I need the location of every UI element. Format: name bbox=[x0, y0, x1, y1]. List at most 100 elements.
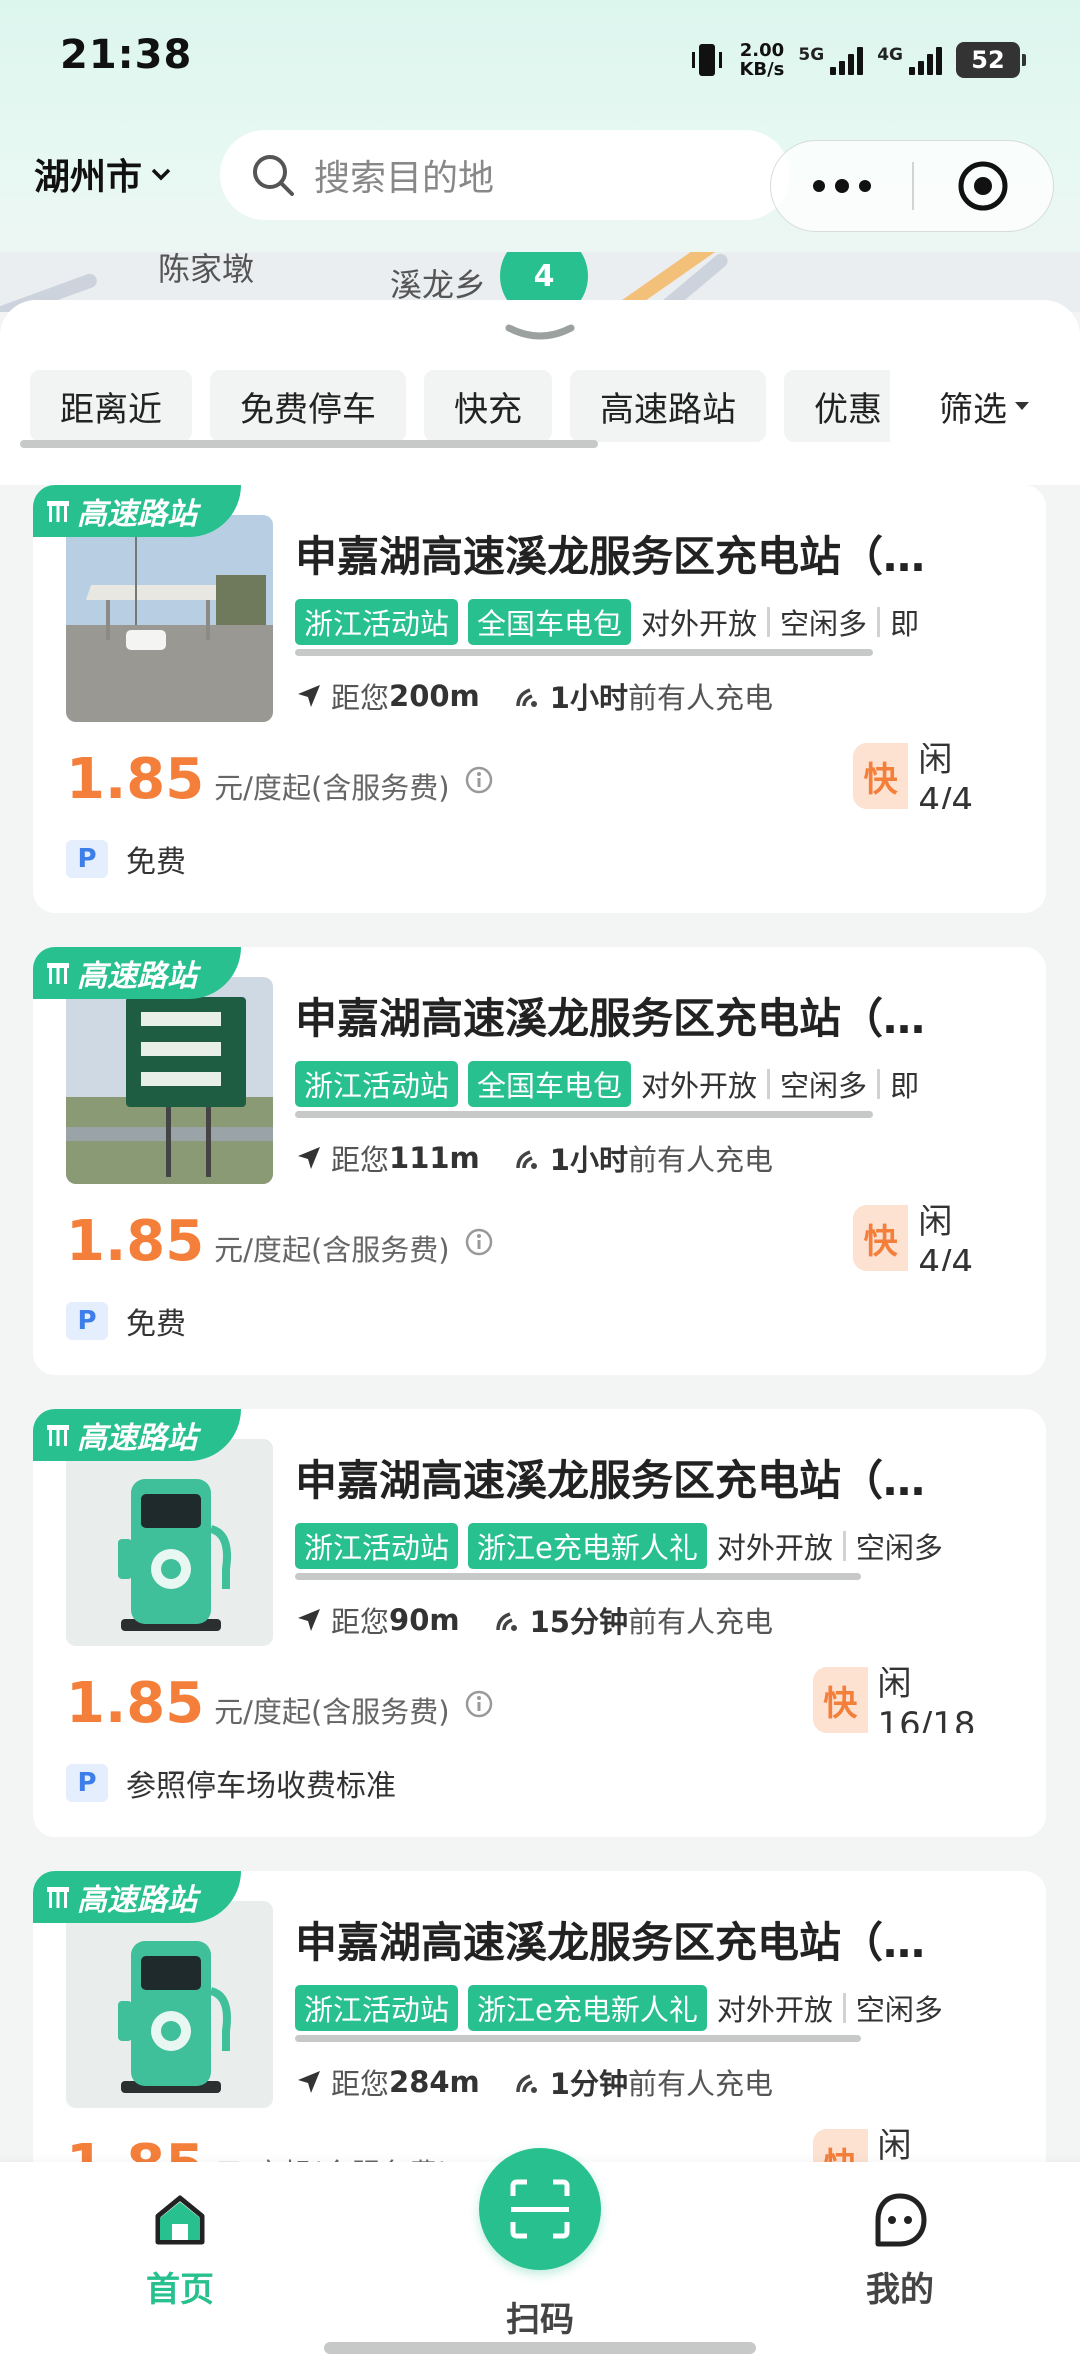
promo-tag: 浙江活动站 bbox=[295, 599, 459, 645]
filter-label: 筛选 bbox=[939, 389, 1007, 430]
tag-divider bbox=[842, 1993, 846, 2023]
idle-count: 闲4/4 bbox=[908, 1205, 1046, 1271]
parking-icon: P bbox=[66, 1764, 108, 1802]
chip-free-parking[interactable]: 免费停车 bbox=[210, 370, 406, 442]
plain-tag: 空闲多 bbox=[780, 1069, 868, 1103]
map-label: 陈家墩 bbox=[158, 252, 255, 288]
charging-wave-icon bbox=[516, 1150, 537, 1169]
price-unit: 元/度起(含服务费) bbox=[214, 771, 450, 805]
highway-badge: 高速路站 bbox=[33, 1871, 241, 1923]
navigation-arrow-icon bbox=[298, 2071, 320, 2093]
promo-tag: 浙江e充电新人礼 bbox=[468, 1523, 707, 1569]
more-button[interactable] bbox=[771, 179, 912, 193]
signal-4g-icon: 4G bbox=[877, 45, 942, 75]
parking-icon: P bbox=[66, 840, 108, 878]
plain-tag: 对外开放 bbox=[716, 1993, 833, 2027]
collapse-handle-icon[interactable] bbox=[505, 322, 575, 348]
tag-scrollbar bbox=[295, 1573, 861, 1580]
parking-info: P 免费 bbox=[66, 1299, 186, 1343]
battery-icon: 52 bbox=[956, 42, 1026, 78]
search-bar[interactable]: 搜索目的地 bbox=[220, 130, 790, 220]
parking-text: 免费 bbox=[126, 845, 186, 880]
highway-icon bbox=[47, 501, 69, 522]
tag-divider bbox=[877, 607, 881, 637]
station-panel: 距离近 免费停车 快充 高速路站 优惠 筛选 高速路站 申嘉湖高速溪龙服务区充电… bbox=[0, 300, 1080, 2170]
price-value: 1.85 bbox=[66, 747, 205, 812]
navigation-arrow-icon bbox=[298, 685, 320, 707]
station-card[interactable]: 高速路站 申嘉湖高速溪龙服务区充电站（… 浙江活动站 全国车电包 对外开放 空闲… bbox=[33, 947, 1046, 1375]
chip-scrollbar bbox=[20, 440, 598, 448]
home-indicator bbox=[324, 2342, 756, 2354]
search-icon bbox=[253, 155, 294, 196]
plain-tag: 即 bbox=[890, 1069, 920, 1103]
nav-home[interactable]: 首页 bbox=[80, 2190, 280, 2311]
info-icon[interactable] bbox=[464, 1227, 494, 1257]
scan-icon bbox=[510, 2179, 570, 2239]
plain-tag: 对外开放 bbox=[716, 1531, 833, 1565]
info-icon[interactable] bbox=[464, 765, 494, 795]
price-block: 1.85 元/度起(含服务费) bbox=[66, 747, 494, 812]
station-name: 申嘉湖高速溪龙服务区充电站（… bbox=[295, 994, 926, 1043]
city-selector[interactable]: 湖州市 bbox=[34, 148, 172, 200]
promo-tag: 浙江e充电新人礼 bbox=[468, 1985, 707, 2031]
station-card[interactable]: 高速路站 申嘉湖高速溪龙服务区充电站（… 浙江活动站 浙江e充电新人礼 对外开放… bbox=[33, 1871, 1046, 2170]
target-icon bbox=[958, 161, 1008, 211]
plain-tag: 空闲多 bbox=[780, 607, 868, 641]
nav-scan[interactable]: 扫码 bbox=[440, 2292, 640, 2341]
station-card[interactable]: 高速路站 申嘉湖高速溪龙服务区充电站（… 浙江活动站 浙江e充电新人礼 对外开放… bbox=[33, 1409, 1046, 1837]
search-placeholder: 搜索目的地 bbox=[314, 158, 495, 199]
filter-chips: 距离近 免费停车 快充 高速路站 优惠 bbox=[30, 370, 890, 445]
nav-scan-label: 扫码 bbox=[506, 2300, 574, 2340]
promo-tag: 全国车电包 bbox=[468, 1061, 632, 1107]
parking-info: P 免费 bbox=[66, 837, 186, 881]
fast-label: 快 bbox=[813, 1667, 868, 1733]
filter-button[interactable]: 筛选 bbox=[890, 370, 1080, 442]
header-area: 21:38 2.00 KB/s 5G 4G 52 湖州市 搜索目的地 bbox=[0, 0, 1080, 260]
fast-charge-status: 快 闲16/18 bbox=[813, 1667, 1046, 1733]
chip-highway[interactable]: 高速路站 bbox=[570, 370, 766, 442]
station-tags: 浙江活动站 全国车电包 对外开放 空闲多 即 bbox=[295, 599, 1015, 645]
scan-button[interactable] bbox=[479, 2148, 601, 2270]
chip-discount[interactable]: 优惠 bbox=[784, 370, 890, 442]
caret-down-icon bbox=[1015, 402, 1029, 410]
navigation-arrow-icon bbox=[298, 1147, 320, 1169]
highway-badge: 高速路站 bbox=[33, 1409, 241, 1461]
station-info: 距您 111m 1小时 前有人充电 bbox=[295, 1137, 773, 1179]
parking-info: P 参照停车场收费标准 bbox=[66, 1761, 396, 1805]
highway-icon bbox=[47, 963, 69, 984]
plain-tag: 空闲多 bbox=[855, 1531, 943, 1565]
fast-label: 快 bbox=[853, 1205, 909, 1271]
nav-mine[interactable]: 我的 bbox=[800, 2190, 1000, 2311]
chip-fast-charge[interactable]: 快充 bbox=[424, 370, 552, 442]
station-card[interactable]: 高速路站 申嘉湖高速溪龙服务区充电站（… 浙江活动站 全国车电包 对外开放 空闲… bbox=[33, 485, 1046, 913]
status-icons: 2.00 KB/s 5G 4G 52 bbox=[689, 36, 1026, 84]
chip-nearest[interactable]: 距离近 bbox=[30, 370, 192, 442]
city-label: 湖州市 bbox=[34, 157, 143, 198]
station-photo bbox=[66, 977, 273, 1184]
parking-text: 免费 bbox=[126, 1307, 186, 1342]
fast-label: 快 bbox=[853, 743, 909, 809]
fast-charge-status: 快 闲4/4 bbox=[853, 1205, 1046, 1271]
status-bar: 21:38 2.00 KB/s 5G 4G 52 bbox=[0, 0, 1080, 120]
network-speed: 2.00 KB/s bbox=[739, 40, 785, 80]
idle-count: 闲4/4 bbox=[908, 743, 1046, 809]
charging-wave-icon bbox=[495, 1612, 517, 1631]
price-unit: 元/度起(含服务费) bbox=[214, 1233, 450, 1267]
info-icon[interactable] bbox=[464, 1689, 494, 1719]
parking-text: 参照停车场收费标准 bbox=[126, 1769, 396, 1804]
station-name: 申嘉湖高速溪龙服务区充电站（… bbox=[295, 1918, 926, 1967]
tag-divider bbox=[767, 607, 771, 637]
close-button[interactable] bbox=[914, 158, 1053, 214]
chevron-down-icon bbox=[151, 168, 171, 181]
navigation-arrow-icon bbox=[298, 1609, 320, 1631]
price-value: 1.85 bbox=[66, 1671, 205, 1736]
promo-tag: 浙江活动站 bbox=[295, 1523, 459, 1569]
plain-tag: 空闲多 bbox=[855, 1993, 943, 2027]
idle-count: 闲16/18 bbox=[867, 1667, 1046, 1733]
fast-charge-status: 快 闲4/4 bbox=[853, 743, 1046, 809]
station-info: 距您 90m 15分钟 前有人充电 bbox=[295, 1599, 773, 1641]
promo-tag: 浙江活动站 bbox=[295, 1061, 459, 1107]
station-name: 申嘉湖高速溪龙服务区充电站（… bbox=[295, 532, 926, 581]
charging-wave-icon bbox=[516, 688, 537, 707]
station-name: 申嘉湖高速溪龙服务区充电站（… bbox=[295, 1456, 926, 1505]
